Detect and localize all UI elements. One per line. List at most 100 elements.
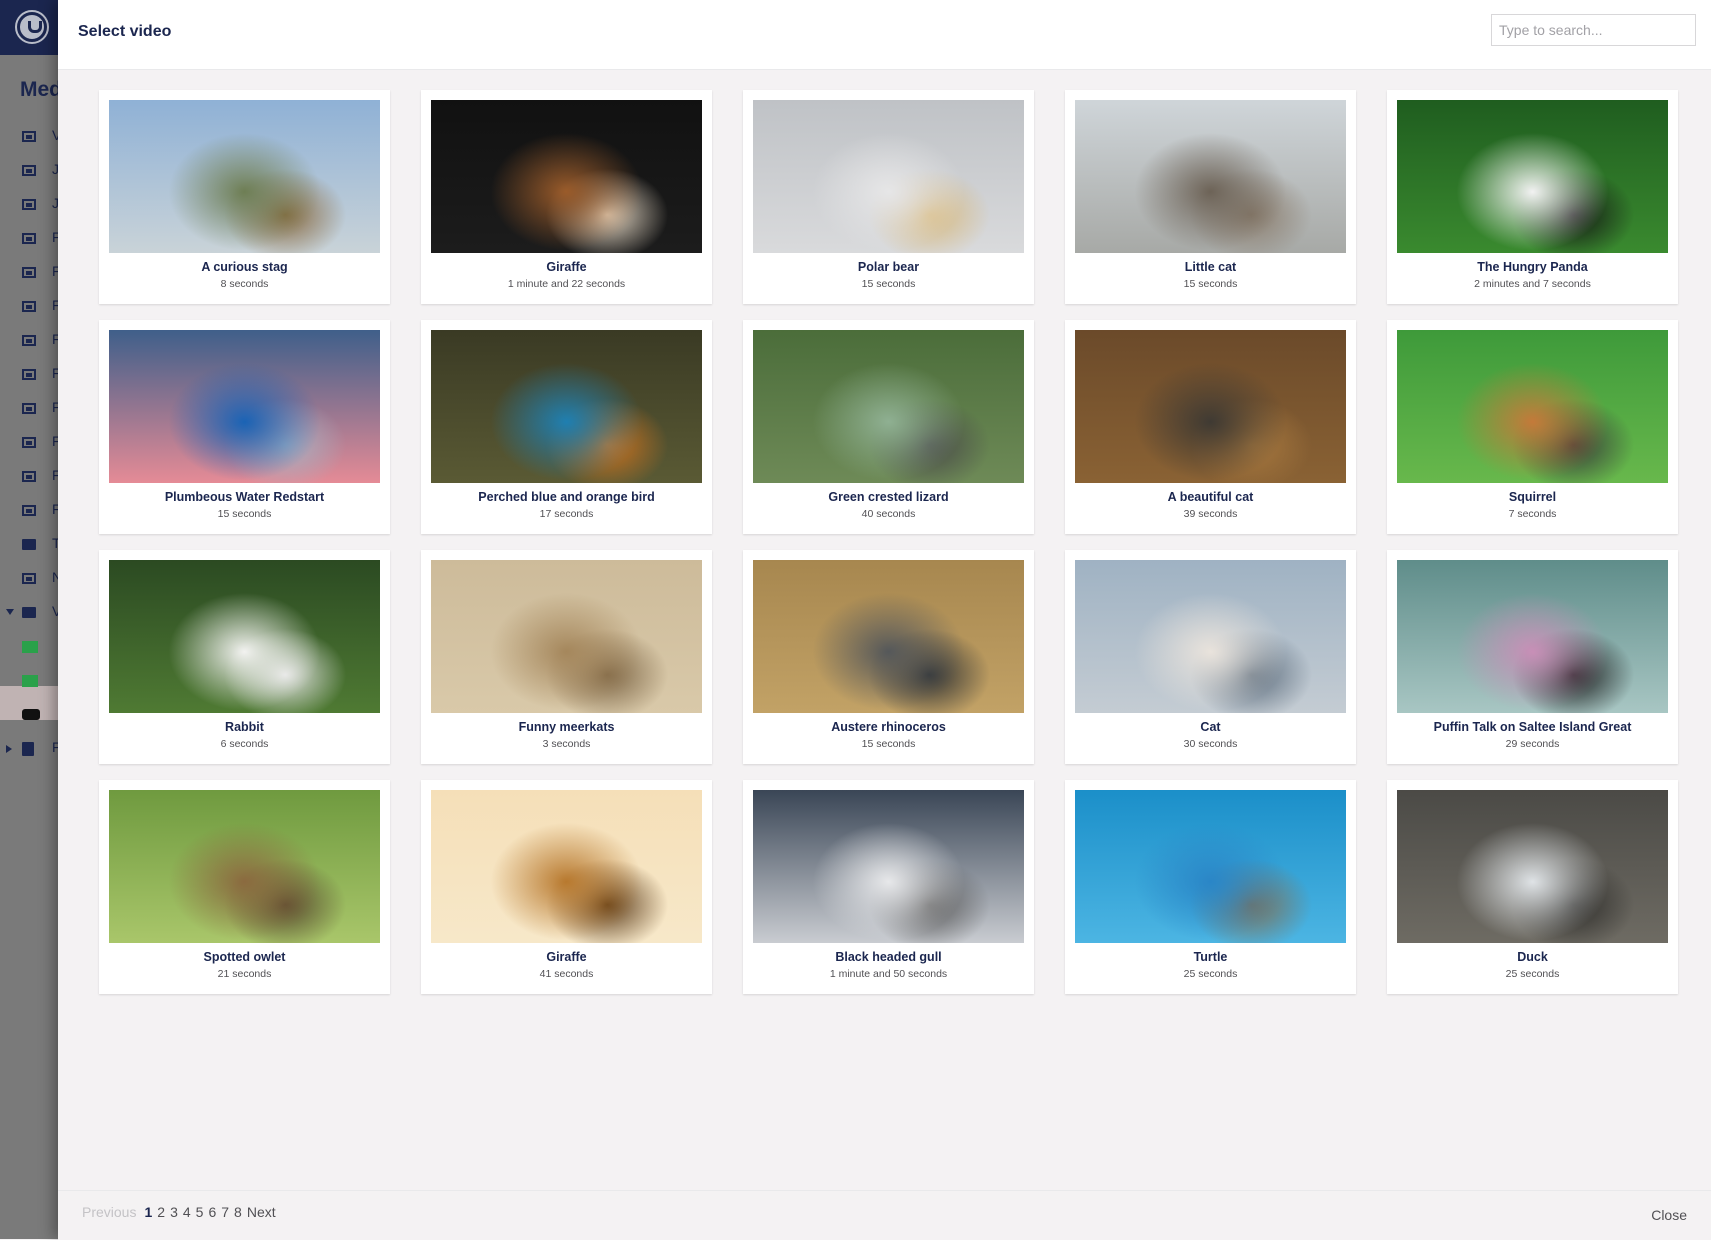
tag-icon	[22, 674, 38, 687]
video-duration: 2 minutes and 7 seconds	[1474, 278, 1591, 290]
background-tree-item	[22, 672, 38, 688]
video-card[interactable]: Funny meerkats 3 seconds	[421, 550, 712, 764]
video-duration: 30 seconds	[1183, 738, 1238, 750]
background-tree-item	[22, 298, 36, 314]
video-thumbnail	[431, 790, 702, 943]
video-card[interactable]: Puffin Talk on Saltee Island Great 29 sec…	[1387, 550, 1678, 764]
video-thumbnail	[1397, 330, 1668, 483]
background-tree-item	[22, 434, 36, 450]
video-title: The Hungry Panda	[1477, 260, 1588, 274]
background-tree-item	[22, 162, 36, 178]
video-title: Funny meerkats	[518, 720, 615, 734]
video-title: A curious stag	[201, 260, 288, 274]
video-duration: 15 seconds	[1183, 278, 1238, 290]
image-icon	[22, 471, 36, 483]
pagination-previous: Previous	[82, 1204, 137, 1220]
video-card[interactable]: Turtle 25 seconds	[1065, 780, 1356, 994]
select-video-dialog: Select video A curious stag 8 seconds Gira…	[58, 0, 1711, 1240]
video-thumbnail	[109, 790, 380, 943]
background-tree-item	[22, 706, 40, 722]
video-card[interactable]: Black headed gull 1 minute and 50 seconds	[743, 780, 1034, 994]
video-duration: 8 seconds	[220, 278, 269, 290]
video-card[interactable]: Little cat 15 seconds	[1065, 90, 1356, 304]
video-thumbnail	[753, 100, 1024, 253]
pagination-page-8[interactable]: 8	[234, 1204, 242, 1220]
video-duration: 41 seconds	[539, 968, 594, 980]
video-card[interactable]: A beautiful cat 39 seconds	[1065, 320, 1356, 534]
video-duration: 15 seconds	[217, 508, 272, 520]
video-thumbnail	[1397, 100, 1668, 253]
pagination-page-1[interactable]: 1	[144, 1204, 152, 1220]
video-duration: 7 seconds	[1508, 508, 1557, 520]
video-title: Puffin Talk on Saltee Island Great	[1433, 720, 1632, 734]
video-title: Squirrel	[1508, 490, 1557, 504]
pagination-page-3[interactable]: 3	[170, 1204, 178, 1220]
background-tree-item	[22, 264, 36, 280]
video-thumbnail	[1075, 560, 1346, 713]
folder-icon	[22, 539, 36, 551]
video-card[interactable]: Squirrel 7 seconds	[1387, 320, 1678, 534]
pagination-page-6[interactable]: 6	[208, 1204, 216, 1220]
video-card[interactable]: Perched blue and orange bird 17 seconds	[421, 320, 712, 534]
pagination-page-5[interactable]: 5	[196, 1204, 204, 1220]
image-icon	[22, 505, 36, 517]
video-title: Austere rhinoceros	[831, 720, 946, 734]
image-icon	[22, 131, 36, 143]
image-icon	[22, 403, 36, 415]
video-thumbnail	[109, 330, 380, 483]
video-duration: 15 seconds	[861, 738, 916, 750]
video-card[interactable]: Polar bear 15 seconds	[743, 90, 1034, 304]
search-input[interactable]	[1491, 14, 1696, 46]
video-title: Spotted owlet	[203, 950, 286, 964]
video-card[interactable]: Plumbeous Water Redstart 15 seconds	[99, 320, 390, 534]
image-icon	[22, 165, 36, 177]
video-card[interactable]: The Hungry Panda 2 minutes and 7 seconds	[1387, 90, 1678, 304]
video-card[interactable]: Giraffe 41 seconds	[421, 780, 712, 994]
video-card[interactable]: Austere rhinoceros 15 seconds	[743, 550, 1034, 764]
dialog-footer: Previous 1 2 3 4 5 6 7 8 Next Close	[58, 1190, 1711, 1240]
video-duration: 15 seconds	[861, 278, 916, 290]
video-title: Green crested lizard	[828, 490, 949, 504]
video-card[interactable]: Giraffe 1 minute and 22 seconds	[421, 90, 712, 304]
background-tree-item	[22, 570, 36, 586]
video-duration: 21 seconds	[217, 968, 272, 980]
video-card[interactable]: Cat 30 seconds	[1065, 550, 1356, 764]
video-card[interactable]: Rabbit 6 seconds	[99, 550, 390, 764]
video-thumbnail	[753, 330, 1024, 483]
video-title: Turtle	[1193, 950, 1228, 964]
video-card[interactable]: Green crested lizard 40 seconds	[743, 320, 1034, 534]
close-button[interactable]: Close	[1651, 1207, 1687, 1223]
video-card[interactable]: Duck 25 seconds	[1387, 780, 1678, 994]
image-icon	[22, 437, 36, 449]
pagination-page-7[interactable]: 7	[221, 1204, 229, 1220]
background-tree-item	[22, 740, 34, 756]
video-title: Polar bear	[857, 260, 920, 274]
video-thumbnail	[1075, 100, 1346, 253]
pagination-page-2[interactable]: 2	[157, 1204, 165, 1220]
background-topbar	[0, 0, 58, 55]
background-tree-item	[22, 604, 36, 620]
video-duration: 25 seconds	[1183, 968, 1238, 980]
video-title: Giraffe	[546, 260, 587, 274]
video-card[interactable]: Spotted owlet 21 seconds	[99, 780, 390, 994]
video-duration: 39 seconds	[1183, 508, 1238, 520]
pagination-page-4[interactable]: 4	[183, 1204, 191, 1220]
video-title: Cat	[1200, 720, 1221, 734]
video-duration: 17 seconds	[539, 508, 594, 520]
video-title: Perched blue and orange bird	[478, 490, 655, 504]
video-thumbnail	[1397, 790, 1668, 943]
background-tree-item	[22, 502, 36, 518]
video-duration: 3 seconds	[542, 738, 591, 750]
pagination-next[interactable]: Next	[247, 1204, 276, 1220]
video-thumbnail	[753, 790, 1024, 943]
image-icon	[22, 233, 36, 245]
video-thumbnail	[1397, 560, 1668, 713]
background-tree-item	[22, 230, 36, 246]
background-tree-item	[22, 128, 36, 144]
video-duration: 6 seconds	[220, 738, 269, 750]
image-icon	[22, 199, 36, 211]
video-thumbnail	[1075, 330, 1346, 483]
video-duration: 25 seconds	[1505, 968, 1560, 980]
video-card[interactable]: A curious stag 8 seconds	[99, 90, 390, 304]
video-thumbnail	[431, 100, 702, 253]
